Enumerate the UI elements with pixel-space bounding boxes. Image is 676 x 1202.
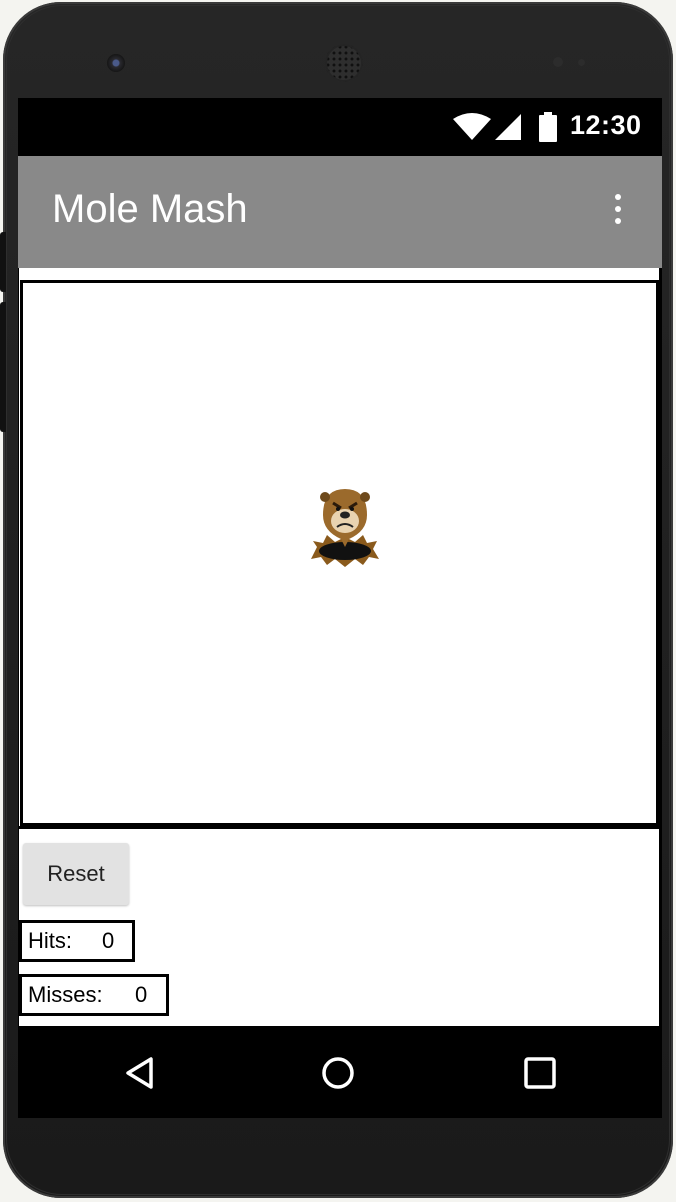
app-content: Reset Hits: 0 Misses: 0 xyxy=(19,268,659,1026)
app-bar: Mole Mash xyxy=(18,156,662,268)
hits-label-box: Hits: 0 xyxy=(19,920,135,962)
power-button xyxy=(0,302,6,432)
app-title: Mole Mash xyxy=(52,187,248,231)
status-bar: 12:30 xyxy=(18,98,662,156)
hits-value: 0 xyxy=(102,928,115,953)
navigation-bar xyxy=(18,1026,662,1118)
status-clock: 12:30 xyxy=(570,110,642,140)
misses-label: Misses: xyxy=(28,982,103,1007)
game-canvas[interactable] xyxy=(20,280,659,826)
recents-icon[interactable] xyxy=(522,1055,558,1091)
signal-icon xyxy=(495,114,521,140)
home-icon[interactable] xyxy=(320,1055,356,1091)
screen: 12:30 Mole Mash Reset Hits: 0 Misses: 0 xyxy=(18,98,662,1118)
controls-panel: Reset Hits: 0 Misses: 0 xyxy=(19,826,659,1029)
back-icon[interactable] xyxy=(122,1055,158,1091)
reset-button[interactable]: Reset xyxy=(23,843,129,905)
earpiece-speaker-icon xyxy=(325,44,363,82)
overflow-menu-icon[interactable] xyxy=(608,194,628,230)
proximity-sensor-icon xyxy=(553,57,563,67)
misses-label-box: Misses: 0 xyxy=(19,974,169,1016)
misses-value: 0 xyxy=(135,982,148,1007)
phone-frame: 12:30 Mole Mash Reset Hits: 0 Misses: 0 xyxy=(0,2,673,1198)
mole-icon[interactable] xyxy=(309,487,381,569)
wifi-icon xyxy=(453,113,491,140)
front-camera-icon xyxy=(107,54,125,72)
battery-icon xyxy=(539,112,557,142)
light-sensor-icon xyxy=(578,59,585,66)
hits-label: Hits: xyxy=(28,928,72,953)
volume-button xyxy=(0,232,6,292)
